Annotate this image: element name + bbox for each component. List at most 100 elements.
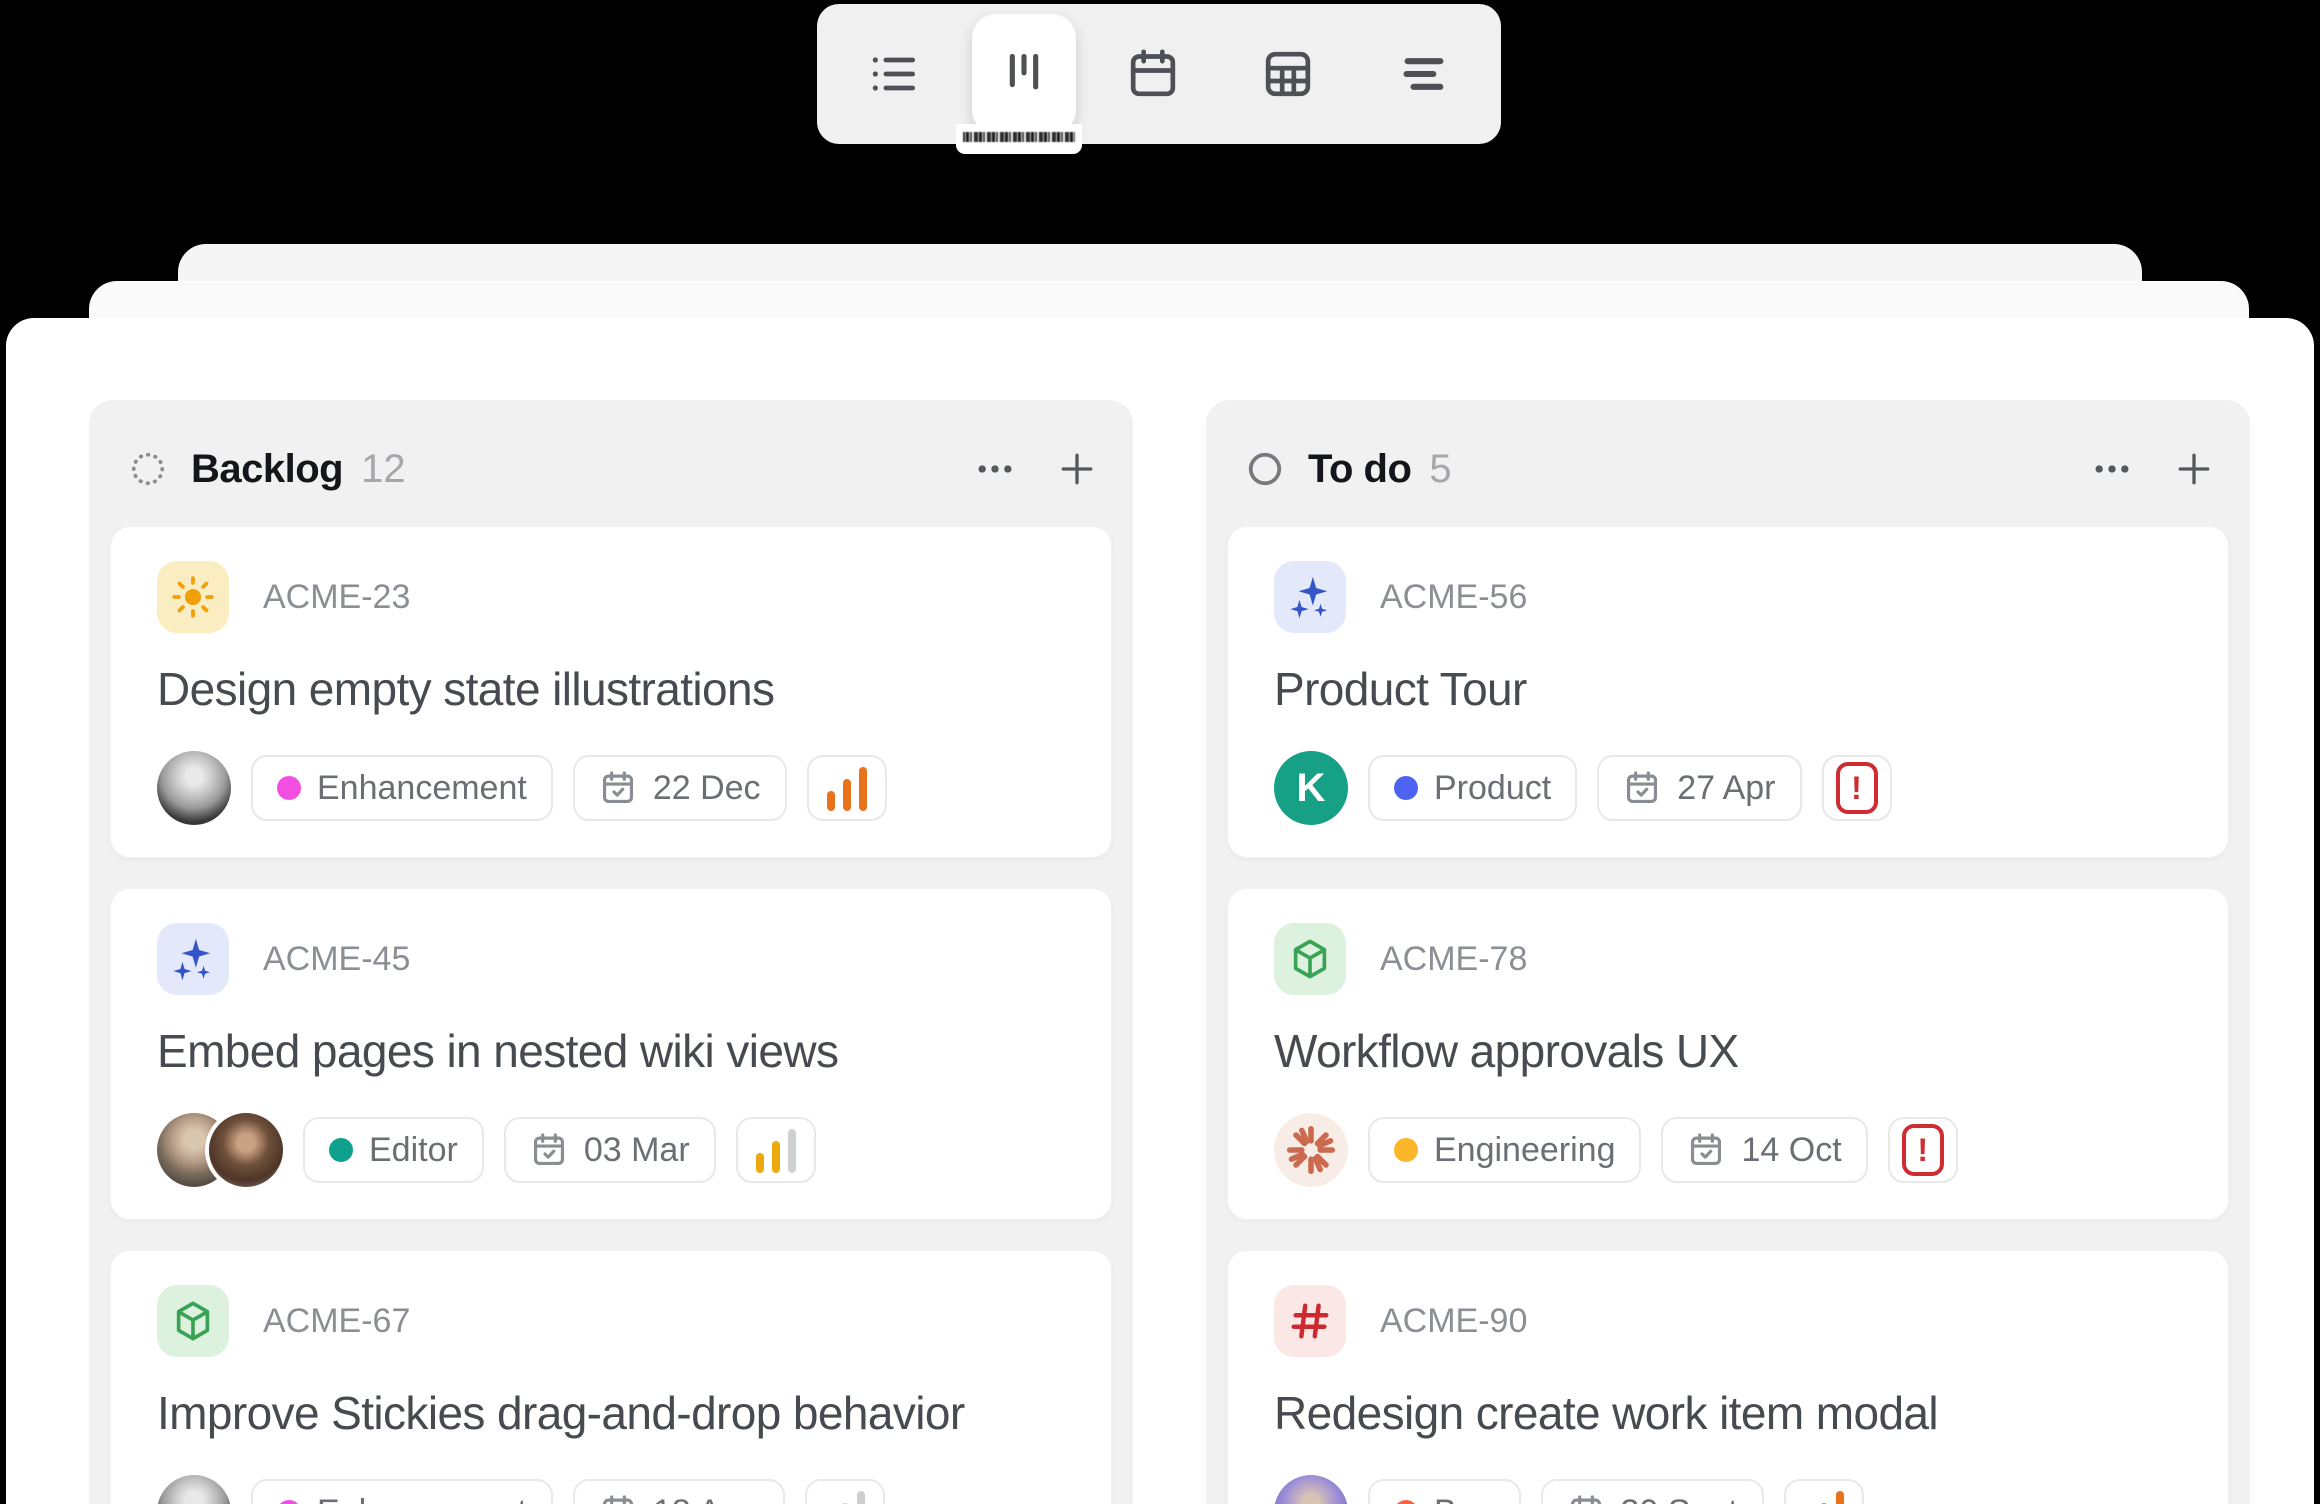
calendar-check-icon <box>1687 1131 1725 1169</box>
kanban-column-backlog: Backlog 12 <box>89 400 1133 1504</box>
label-chip[interactable]: Enhancement <box>251 755 553 821</box>
card-title: Embed pages in nested wiki views <box>157 1025 1065 1077</box>
label-chip[interactable]: Product <box>1368 755 1577 821</box>
board-view-icon <box>996 46 1052 102</box>
assignee-avatar: K <box>1274 751 1348 825</box>
column-header: Backlog 12 <box>89 400 1133 526</box>
card-footer: Engineering 14 Oct ! <box>1274 1113 2182 1187</box>
table-view-icon <box>1260 46 1316 102</box>
column-count: 5 <box>1429 447 1451 492</box>
assignee-avatar <box>1274 1475 1348 1504</box>
column-add-button[interactable] <box>1055 447 1099 491</box>
kanban-card[interactable]: ACME-45 Embed pages in nested wiki views… <box>110 888 1112 1220</box>
cube-icon <box>1274 923 1346 995</box>
column-count: 12 <box>361 447 406 492</box>
todo-circle-icon <box>1246 450 1284 488</box>
view-button-table[interactable] <box>1230 6 1346 142</box>
calendar-check-icon <box>599 1493 637 1504</box>
label-dot <box>277 1500 301 1504</box>
card-footer: Enhancement 22 Dec <box>157 751 1065 825</box>
card-title: Workflow approvals UX <box>1274 1025 2182 1077</box>
card-footer: K Product 27 Apr <box>1274 751 2182 825</box>
label-dot <box>1394 1138 1418 1162</box>
card-list: ACME-56 Product Tour K Product <box>1206 526 2250 1504</box>
column-more-button[interactable] <box>2090 447 2134 491</box>
cube-icon <box>157 1285 229 1357</box>
due-date-chip[interactable]: 03 Mar <box>504 1117 716 1183</box>
progress-bars-chip[interactable] <box>1784 1479 1864 1504</box>
label-text: Enhancement <box>317 769 527 808</box>
column-title: To do <box>1308 447 1411 492</box>
kanban-card[interactable]: ACME-67 Improve Stickies drag-and-drop b… <box>110 1250 1112 1504</box>
bar-chart-icon <box>756 1127 796 1173</box>
sort-filter-icon <box>1396 46 1452 102</box>
urgent-icon: ! <box>1836 762 1878 814</box>
kanban-card[interactable]: ACME-78 Workflow approvals UX <box>1227 888 2229 1220</box>
screenshot-canvas: Backlog 12 <box>0 0 2320 1504</box>
view-switcher-toolbar <box>817 4 1501 144</box>
label-text: Product <box>1434 769 1551 808</box>
calendar-view-icon <box>1125 46 1181 102</box>
assignee-avatar <box>157 1475 231 1504</box>
assignee-avatar <box>157 751 231 825</box>
label-chip[interactable]: Bug <box>1368 1479 1521 1504</box>
kanban-column-todo: To do 5 <box>1206 400 2250 1504</box>
view-button-calendar[interactable] <box>1095 6 1211 142</box>
urgent-priority-chip[interactable]: ! <box>1822 755 1892 821</box>
progress-bars-chip[interactable] <box>736 1117 816 1183</box>
label-dot <box>1394 776 1418 800</box>
card-footer: Enhancement 18 Aug <box>157 1475 1065 1504</box>
plus-icon <box>2172 447 2216 491</box>
card-footer: Editor 03 Mar <box>157 1113 1065 1187</box>
progress-bars-chip[interactable] <box>805 1479 885 1504</box>
assignee-avatar-group <box>157 1113 283 1187</box>
urgent-icon: ! <box>1902 1124 1944 1176</box>
more-options-icon <box>973 447 1017 491</box>
column-add-button[interactable] <box>2172 447 2216 491</box>
due-date-chip[interactable]: 18 Aug <box>573 1479 785 1504</box>
kanban-card[interactable]: ACME-23 Design empty state illustrations… <box>110 526 1112 858</box>
view-button-list[interactable] <box>836 6 952 142</box>
due-date-text: 27 Apr <box>1677 769 1775 808</box>
kanban-card[interactable]: ACME-90 Redesign create work item modal … <box>1227 1250 2229 1504</box>
due-date-text: 30 Sept <box>1621 1493 1738 1504</box>
card-id: ACME-90 <box>1380 1302 1527 1341</box>
progress-bars-chip[interactable] <box>807 755 887 821</box>
due-date-chip[interactable]: 27 Apr <box>1597 755 1801 821</box>
card-title: Product Tour <box>1274 663 2182 715</box>
label-dot <box>1394 1500 1418 1504</box>
calendar-check-icon <box>599 769 637 807</box>
label-chip[interactable]: Engineering <box>1368 1117 1641 1183</box>
bar-chart-icon <box>827 765 867 811</box>
sparkles-icon <box>1274 561 1346 633</box>
bar-chart-icon <box>1804 1489 1844 1504</box>
plus-icon <box>1055 447 1099 491</box>
backlog-dashed-circle-icon <box>129 450 167 488</box>
hash-icon <box>1274 1285 1346 1357</box>
more-options-icon <box>2090 447 2134 491</box>
starburst-icon <box>1282 1121 1340 1179</box>
label-chip[interactable]: Enhancement <box>251 1479 553 1504</box>
due-date-chip[interactable]: 22 Dec <box>573 755 787 821</box>
due-date-chip[interactable]: 30 Sept <box>1541 1479 1764 1504</box>
card-title: Redesign create work item modal <box>1274 1387 2182 1439</box>
label-text: Engineering <box>1434 1131 1615 1170</box>
label-text: Bug <box>1434 1493 1495 1504</box>
kanban-card[interactable]: ACME-56 Product Tour K Product <box>1227 526 2229 858</box>
due-date-chip[interactable]: 14 Oct <box>1661 1117 1867 1183</box>
view-button-board[interactable] <box>972 14 1076 134</box>
card-footer: Bug 30 Sept <box>1274 1475 2182 1504</box>
column-header: To do 5 <box>1206 400 2250 526</box>
card-id: ACME-67 <box>263 1302 410 1341</box>
assignee-avatar <box>209 1113 283 1187</box>
calendar-check-icon <box>1623 769 1661 807</box>
column-more-button[interactable] <box>973 447 1017 491</box>
label-dot <box>329 1138 353 1162</box>
label-chip[interactable]: Editor <box>303 1117 484 1183</box>
card-title: Improve Stickies drag-and-drop behavior <box>157 1387 1065 1439</box>
due-date-text: 22 Dec <box>653 769 761 808</box>
view-button-sort[interactable] <box>1366 6 1482 142</box>
card-id: ACME-56 <box>1380 578 1527 617</box>
urgent-priority-chip[interactable]: ! <box>1888 1117 1958 1183</box>
due-date-text: 14 Oct <box>1741 1131 1841 1170</box>
